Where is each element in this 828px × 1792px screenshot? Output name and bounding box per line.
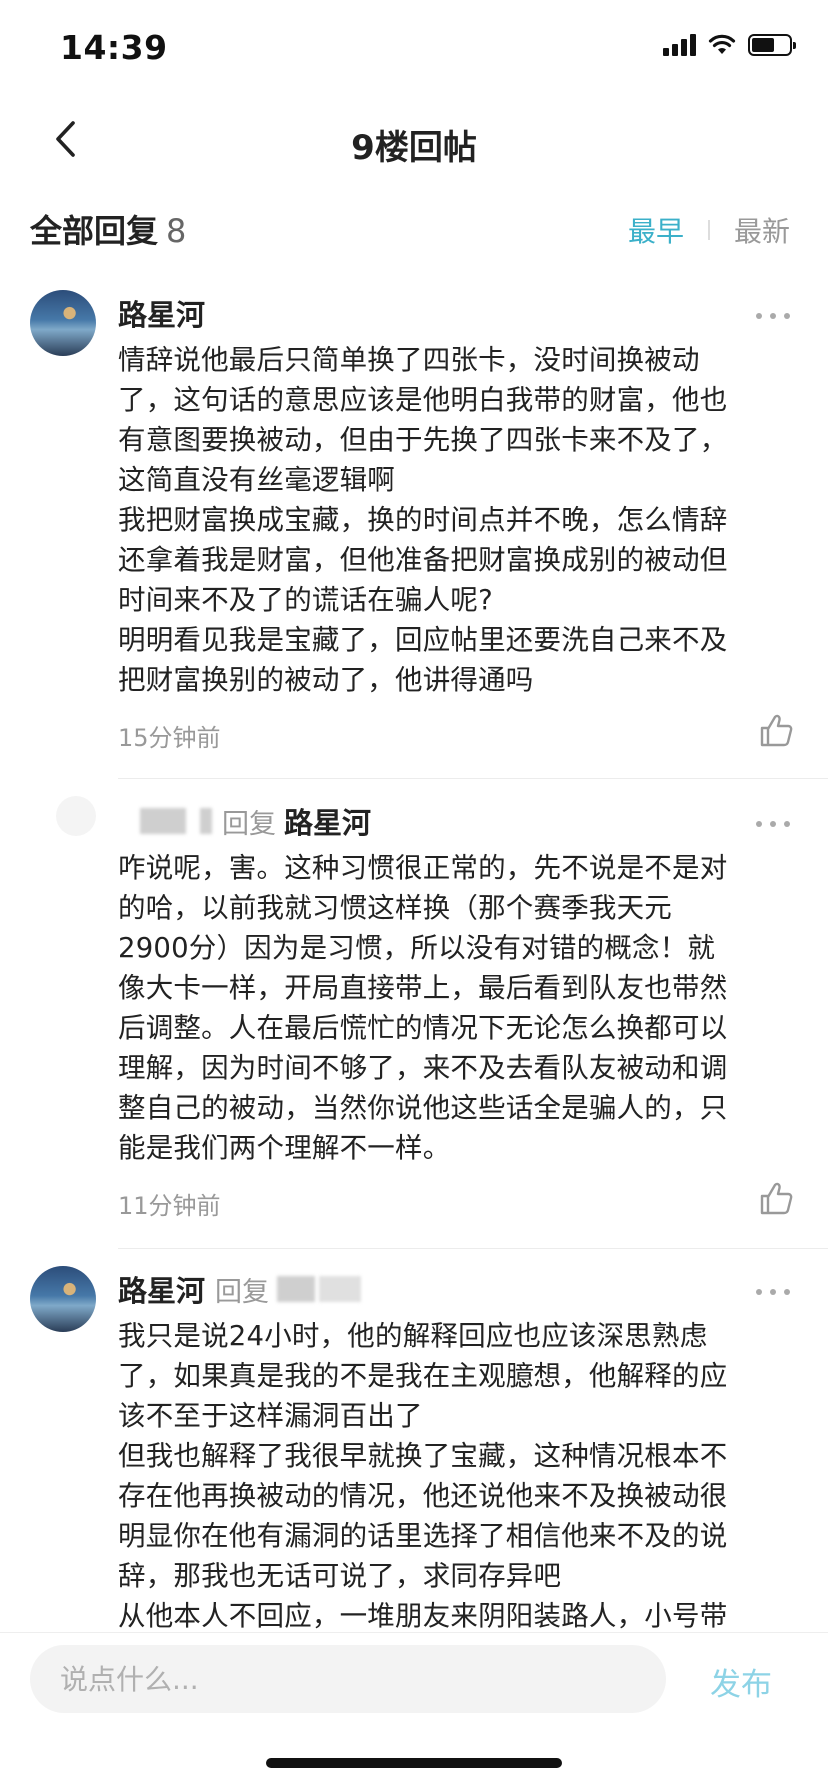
comment-username[interactable]: 路星河: [118, 292, 205, 334]
all-replies-heading: 全部回复 8: [30, 206, 186, 252]
page-title: 9楼回帖: [351, 128, 477, 168]
more-options-button[interactable]: [756, 1282, 790, 1302]
avatar[interactable]: [30, 1266, 96, 1332]
more-options-button[interactable]: [756, 814, 790, 834]
thumbs-up-icon[interactable]: [758, 712, 794, 748]
comment-time: 15分钟前: [118, 724, 221, 752]
thumbs-up-icon[interactable]: [758, 1180, 794, 1216]
redacted-username: [277, 1276, 316, 1302]
all-replies-label: 全部回复: [30, 212, 159, 250]
battery-icon: [748, 34, 796, 56]
sort-earliest-tab[interactable]: 最早: [628, 210, 684, 250]
sort-tabs: 最早 最新: [628, 210, 790, 250]
bottom-input-bar: 发布: [0, 1632, 828, 1792]
comment-text: 咋说呢，害。这种习惯很正常的，先不说是不是对 的哈，以前我就习惯这样换（那个赛季…: [118, 852, 728, 1164]
comment-input[interactable]: [30, 1645, 666, 1713]
comment-divider: [118, 1248, 828, 1249]
reply-target-username[interactable]: 路星河: [284, 800, 371, 842]
wifi-icon: [708, 34, 736, 54]
redacted-username: [200, 808, 212, 834]
comment-user-row: 回复 路星河: [118, 800, 371, 842]
status-icons: [663, 34, 796, 56]
sort-divider: [707, 220, 710, 240]
screen: 14:39 9楼回帖 全部回复 8 最早 最新 路星河 情辞说他最后只简单换了四…: [0, 0, 828, 1792]
status-bar: 14:39: [0, 0, 828, 100]
redacted-username: [140, 808, 186, 834]
avatar[interactable]: [56, 796, 96, 836]
comment-text: 我只是说24小时，他的解释回应也应该深思熟虑 了，如果真是我的不是我在主观臆想，…: [118, 1320, 728, 1632]
cellular-signal-icon: [663, 34, 696, 56]
avatar[interactable]: [30, 290, 96, 356]
comment-user-row: 路星河 回复: [118, 1268, 362, 1310]
comment-username[interactable]: 路星河: [118, 1268, 205, 1310]
sort-latest-tab[interactable]: 最新: [734, 210, 790, 250]
reply-count: 8: [166, 212, 187, 250]
redacted-username: [319, 1276, 362, 1302]
reply-word: 回复: [222, 808, 276, 840]
comment-divider: [118, 778, 828, 779]
reply-header: 全部回复 8 最早 最新: [0, 196, 828, 266]
comment-user-row: 路星河: [118, 292, 205, 334]
status-time: 14:39: [60, 28, 168, 67]
home-indicator: [266, 1758, 562, 1768]
reply-word: 回复: [215, 1276, 270, 1308]
comment-text: 情辞说他最后只简单换了四张卡，没时间换被动 了，这句话的意思应该是他明白我带的财…: [118, 344, 728, 696]
comment-time: 11分钟前: [118, 1192, 221, 1220]
nav-bar: 9楼回帖: [0, 100, 828, 180]
publish-button[interactable]: 发布: [710, 1659, 772, 1704]
more-options-button[interactable]: [756, 306, 790, 326]
